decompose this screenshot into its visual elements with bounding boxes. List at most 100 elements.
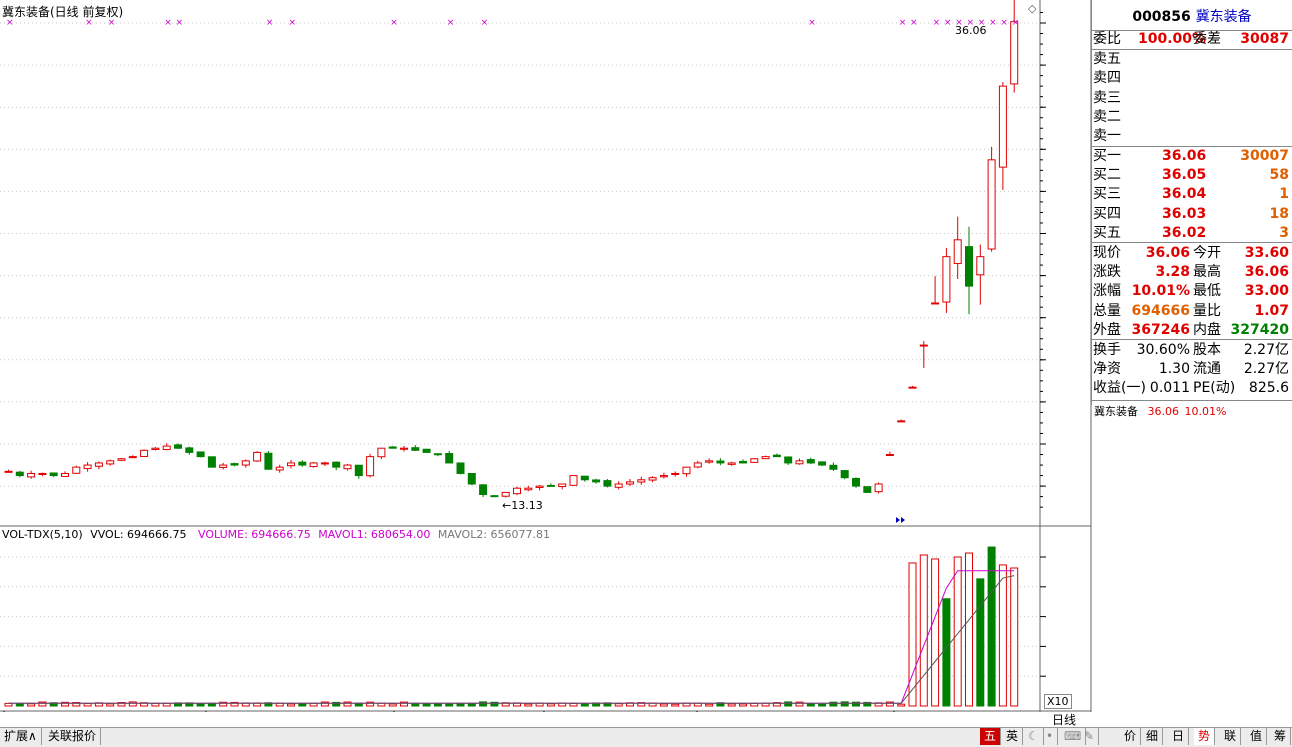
- stat-value: 1.30: [1158, 361, 1190, 378]
- candle-body: [784, 456, 793, 464]
- sell-level-row: 卖五: [1092, 50, 1292, 69]
- candle-body: [445, 452, 454, 464]
- signal-marker: ×: [447, 18, 455, 28]
- volume-bar: [1010, 567, 1019, 707]
- volume-bar: [38, 701, 47, 707]
- candle-body: [524, 487, 533, 491]
- candle-body: [264, 452, 273, 470]
- stat-label: 今开: [1193, 245, 1221, 261]
- candle-body: [761, 456, 770, 460]
- candle-body: [332, 461, 341, 468]
- tab-english[interactable]: 英: [1002, 728, 1024, 745]
- candle-body: [275, 466, 284, 471]
- stat-label: 换手: [1093, 342, 1121, 358]
- volume-bar: [388, 703, 397, 707]
- candle-body: [750, 458, 759, 463]
- vol-indicator-title[interactable]: VOL-TDX(5,10): [2, 528, 83, 541]
- moon-icon[interactable]: ☾: [1024, 728, 1044, 745]
- tab-trend[interactable]: 势: [1194, 728, 1216, 745]
- ime-icon[interactable]: 五: [980, 728, 1002, 745]
- signal-marker: ×: [266, 18, 274, 28]
- volume-bar: [445, 703, 454, 707]
- candle-body: [614, 483, 623, 488]
- signal-marker: ×: [1012, 18, 1020, 28]
- signal-marker: ×: [164, 18, 172, 28]
- volume-value: VOLUME: 694666.75: [198, 528, 311, 541]
- volume-bar: [4, 702, 13, 707]
- candle-body: [320, 462, 329, 465]
- tab-chips[interactable]: 筹: [1270, 728, 1292, 745]
- dot-icon[interactable]: •: [1042, 728, 1059, 745]
- stat-row: 换手 30.60% 股本 2.27亿: [1092, 341, 1292, 360]
- intraday-name: 冀东装备: [1094, 405, 1138, 418]
- tab-link[interactable]: 联: [1220, 728, 1242, 745]
- tab-related-quotes[interactable]: 关联报价: [44, 728, 102, 745]
- candle-body: [659, 475, 668, 478]
- tab-value[interactable]: 值: [1246, 728, 1268, 745]
- volume-bar: [524, 703, 533, 707]
- wrench-icon[interactable]: ✎: [1080, 728, 1100, 745]
- candle-body: [897, 420, 906, 423]
- candle-body: [151, 447, 160, 450]
- candle-body: [953, 239, 962, 264]
- sell-level-row: 卖三: [1092, 89, 1292, 108]
- tab-day[interactable]: 日: [1168, 728, 1190, 745]
- volume-bar: [580, 703, 589, 707]
- stat-value: 30.60%: [1136, 342, 1190, 358]
- volume-bar: [931, 558, 940, 707]
- candle-body: [829, 464, 838, 470]
- candle-body: [739, 460, 747, 464]
- buy-level-volume: 3: [1279, 224, 1289, 241]
- volume-bar: [727, 703, 736, 707]
- signal-marker: ×: [289, 18, 297, 28]
- tab-price[interactable]: 价: [1120, 728, 1142, 745]
- buy-level-price: 36.06: [1162, 148, 1207, 164]
- stat-value: 36.06: [1244, 264, 1289, 281]
- kline-chart[interactable]: × × × × × × × × × × × × × × × × × × × × ×36.06←13.13: [0, 0, 1092, 712]
- candle-body: [38, 472, 47, 475]
- volume-bar: [614, 703, 623, 707]
- sell-level-label: 卖一: [1093, 128, 1121, 145]
- candle-body: [162, 445, 171, 451]
- candle-body: [490, 495, 499, 498]
- volume-bar: [840, 701, 849, 707]
- buy-level-row: 买四 36.03 18: [1092, 205, 1292, 224]
- volume-bar: [83, 703, 92, 707]
- candle-body: [863, 486, 872, 493]
- mavol1-line: [8, 570, 1015, 704]
- tab-extend[interactable]: 扩展∧: [0, 728, 42, 745]
- buy-level-label: 买一: [1093, 148, 1121, 164]
- signal-marker: ×: [808, 18, 816, 28]
- volume-bar: [885, 701, 894, 707]
- signal-marker: ×: [933, 18, 941, 28]
- tab-detail[interactable]: 细: [1142, 728, 1164, 745]
- candle-body: [94, 462, 103, 467]
- volume-bar: [998, 564, 1007, 707]
- candle-body: [818, 461, 827, 466]
- candle-body: [919, 344, 928, 347]
- volume-bar: [976, 578, 985, 707]
- volume-bar: [196, 703, 205, 707]
- buy-level-row: 买二 36.05 58: [1092, 166, 1292, 185]
- volume-bar: [569, 702, 578, 707]
- weicha-value: 30087: [1240, 31, 1289, 47]
- volume-bar: [287, 703, 295, 707]
- mavol2-line: [8, 575, 1015, 704]
- stock-code: 000856: [1132, 9, 1191, 25]
- stock-header: 000856 冀东装备: [1092, 6, 1292, 26]
- signal-marker: ×: [944, 18, 952, 28]
- buy-level-volume: 18: [1269, 205, 1289, 222]
- period-label[interactable]: 日线: [1052, 711, 1076, 728]
- stat-row: 现价 36.06 今开 33.60: [1092, 244, 1292, 263]
- signal-marker: ×: [910, 18, 918, 28]
- candle-body: [840, 470, 849, 479]
- volume-header: VOL-TDX(5,10) VVOL: 694666.75 VOLUME: 69…: [2, 528, 550, 541]
- stat-label: 现价: [1093, 245, 1121, 261]
- stat-value: 33.00: [1244, 283, 1289, 300]
- volume-bar: [953, 556, 962, 707]
- stat-label: 涨跌: [1093, 264, 1121, 281]
- weibi-row: 委比 100.00% 委差 30087: [1092, 30, 1292, 49]
- buy-level-price: 36.02: [1162, 224, 1207, 241]
- candle-body: [106, 460, 115, 465]
- signal-marker: ×: [390, 18, 398, 28]
